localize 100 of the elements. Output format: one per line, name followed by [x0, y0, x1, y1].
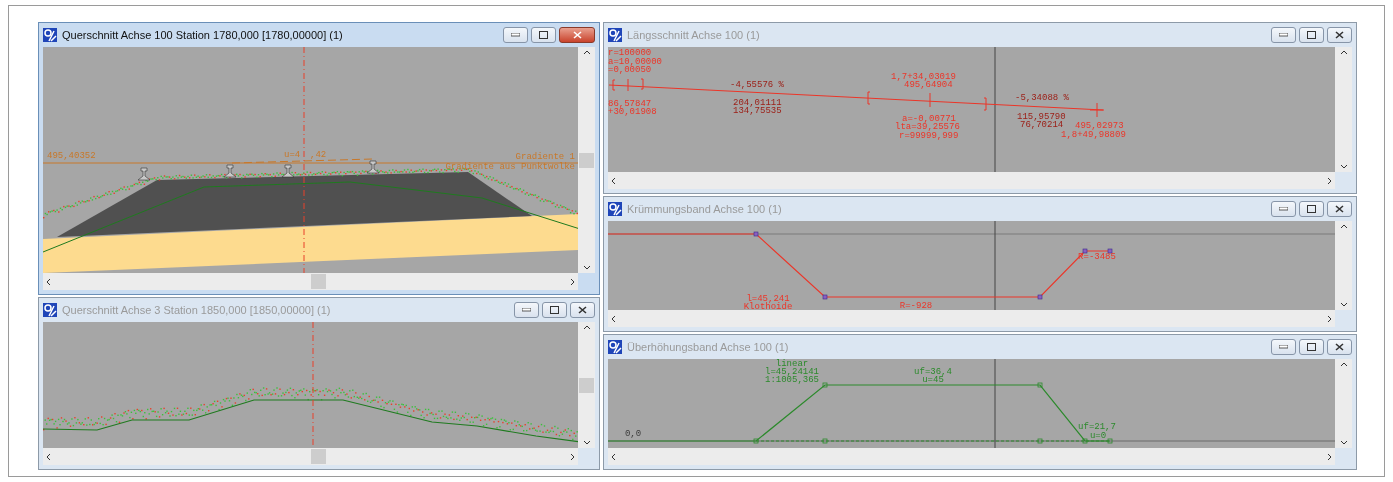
horizontal-scrollbar[interactable]	[608, 310, 1335, 327]
measurement-label: 1,7+34,03019	[891, 72, 956, 82]
measurement-label: R=-928	[899, 301, 933, 310]
vertex-marker	[753, 438, 759, 444]
measurement-label: 86,57847	[608, 99, 652, 109]
measurement-label: uf=36,4	[914, 367, 952, 377]
vertex-marker	[1037, 382, 1043, 388]
vertical-scrollbar[interactable]	[1335, 47, 1352, 172]
app-logo-icon	[608, 340, 622, 354]
measurement-label: Klothoide	[743, 302, 793, 310]
maximize-button[interactable]	[1299, 339, 1324, 355]
maximize-button[interactable]	[531, 27, 556, 43]
scroll-thumb[interactable]	[579, 152, 594, 168]
measurement-label: linear	[775, 359, 809, 369]
measurement-label: 76,70214	[1020, 120, 1064, 130]
measurement-label: u=0	[1089, 431, 1107, 441]
minimize-icon	[522, 308, 531, 312]
app-logo-icon	[608, 202, 622, 216]
measurement-label: r=100000	[608, 48, 652, 58]
measurement-label: 1:1005,365	[765, 375, 819, 385]
vertex-marker	[753, 231, 759, 237]
horizontal-scrollbar[interactable]	[43, 273, 578, 290]
window-title: Querschnitt Achse 3 Station 1850,000 [1850,00000] (1)	[62, 304, 332, 316]
measurement-label: l=45,241	[746, 294, 790, 304]
measurement-label: =0,00050	[608, 65, 652, 75]
rail-symbol	[281, 164, 295, 178]
vertex-marker	[1107, 438, 1113, 444]
maximize-button[interactable]	[1299, 27, 1324, 43]
window-title: Querschnitt Achse 100 Station 1780,000 [1780,00000] (1)	[62, 29, 344, 41]
scroll-thumb[interactable]	[310, 274, 326, 289]
measurement-label: 495,40352	[47, 151, 96, 161]
measurement-label: Gradiente 1	[515, 152, 575, 162]
vertical-scrollbar[interactable]	[1335, 359, 1352, 448]
measurement-label: uf=21,7	[1078, 422, 1116, 432]
maximize-icon	[1307, 31, 1316, 39]
close-icon	[1335, 343, 1344, 351]
rail-symbol	[366, 160, 380, 174]
vertical-scrollbar[interactable]	[578, 322, 595, 448]
close-icon	[572, 31, 582, 39]
measurement-label: 495,64904	[904, 80, 953, 90]
window-title: Überhöhungsband Achse 100 (1)	[627, 341, 790, 353]
vertical-scrollbar[interactable]	[578, 47, 595, 273]
maximize-icon	[1307, 205, 1316, 213]
window-title: Krümmungsband Achse 100 (1)	[627, 203, 783, 215]
measurement-label: 1,8+49,98809	[1061, 130, 1126, 140]
maximize-button[interactable]	[542, 302, 567, 318]
vertex-marker	[1082, 438, 1088, 444]
vertex-marker	[1082, 248, 1088, 254]
measurement-label: 134,75535	[733, 106, 782, 116]
app-logo-icon	[43, 28, 57, 42]
measurement-label: -5,34088 %	[1015, 93, 1069, 103]
measurement-label: R=-3485	[1078, 252, 1116, 262]
measurement-label: ,42	[310, 150, 327, 160]
close-icon	[578, 306, 587, 314]
close-button[interactable]	[559, 27, 595, 43]
window-title: Längsschnitt Achse 100 (1)	[627, 29, 761, 41]
vertex-marker	[822, 294, 828, 300]
close-button[interactable]	[1327, 339, 1352, 355]
horizontal-scrollbar[interactable]	[608, 448, 1335, 465]
measurement-label: -4,55576 %	[730, 80, 784, 90]
horizontal-scrollbar[interactable]	[608, 172, 1335, 189]
close-button[interactable]	[570, 302, 595, 318]
minimize-icon	[1279, 207, 1288, 211]
measurement-label: lta=39,25576	[895, 122, 960, 132]
maximize-icon	[550, 306, 559, 314]
scroll-thumb[interactable]	[310, 449, 326, 464]
measurement-label: 115,95790	[1017, 112, 1066, 122]
measurement-label: a=-0,00771	[902, 114, 956, 124]
measurement-label: a=10,00000	[608, 57, 662, 67]
vertical-scrollbar[interactable]	[1335, 221, 1352, 310]
close-icon	[1335, 205, 1344, 213]
minimize-icon	[1279, 345, 1288, 349]
app-logo-icon	[43, 303, 57, 317]
measurement-label: +30,01908	[608, 107, 657, 117]
horizontal-scrollbar[interactable]	[43, 448, 578, 465]
measurement-label: 495,02973	[1075, 121, 1124, 131]
measurement-label: Gradiente aus Punktwolke	[445, 162, 575, 172]
rail-symbol	[223, 164, 237, 178]
measurement-label: 204,01111	[733, 98, 782, 108]
maximize-button[interactable]	[1299, 201, 1324, 217]
close-button[interactable]	[1327, 201, 1352, 217]
vertex-marker	[822, 438, 828, 444]
measurement-label: r=99999,999	[899, 131, 959, 141]
measurement-label: u=4	[284, 150, 301, 160]
vertex-marker	[1037, 438, 1043, 444]
measurement-label: l=45,24141	[765, 367, 819, 377]
vertex-marker	[1107, 248, 1113, 254]
app-logo-icon	[608, 28, 622, 42]
close-icon	[1335, 31, 1344, 39]
measurement-label: 0,0	[624, 429, 642, 439]
close-button[interactable]	[1327, 27, 1352, 43]
scroll-thumb[interactable]	[579, 377, 594, 393]
maximize-icon	[539, 31, 548, 39]
minimize-icon	[1279, 33, 1288, 37]
vertex-marker	[822, 382, 828, 388]
vertex-marker	[1037, 294, 1043, 300]
measurement-label: u=45	[922, 375, 944, 385]
minimize-icon	[511, 33, 520, 37]
maximize-icon	[1307, 343, 1316, 351]
rail-symbol	[137, 167, 151, 181]
